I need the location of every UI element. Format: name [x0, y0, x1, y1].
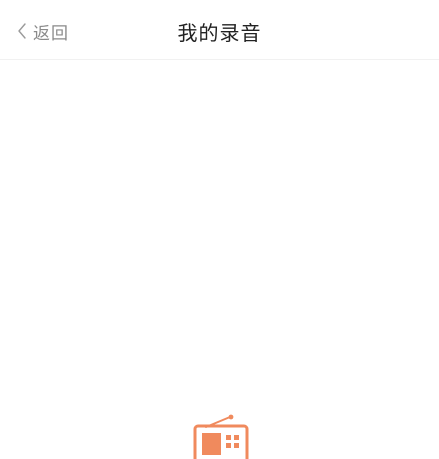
- page-title: 我的录音: [177, 21, 262, 45]
- navigation-bar: 返回 我的录音: [0, 0, 439, 60]
- radio-icon: [193, 414, 249, 459]
- recordings-screen: 返回 我的录音: [0, 0, 439, 459]
- empty-state-area: [0, 60, 439, 459]
